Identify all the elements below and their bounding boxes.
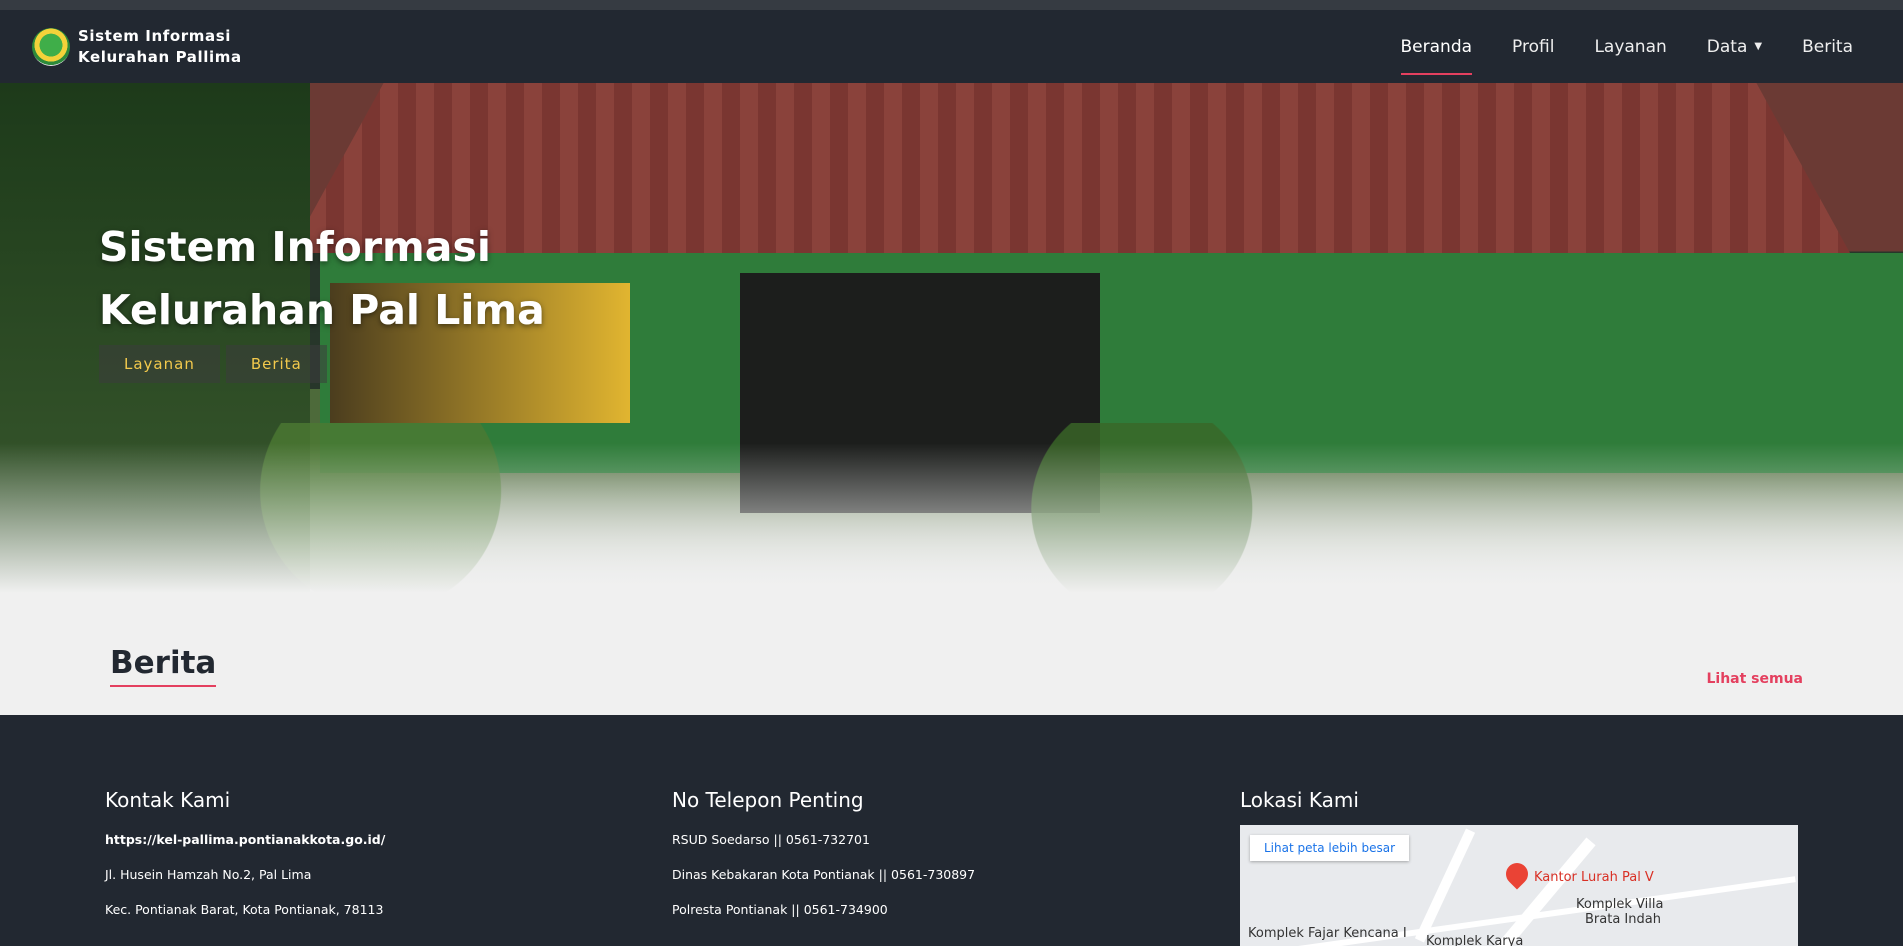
- footer-phones: No Telepon Penting RSUD Soedarso || 0561…: [672, 788, 975, 937]
- berita-section: Berita Lihat semua: [0, 593, 1903, 715]
- map-larger-button[interactable]: Lihat peta lebih besar: [1250, 835, 1409, 861]
- footer-contact: Kontak Kami https://kel-pallima.pontiana…: [105, 788, 385, 937]
- nav-layanan[interactable]: Layanan: [1594, 10, 1666, 83]
- nav-berita-label: Berita: [1802, 36, 1853, 57]
- berita-title: Berita: [110, 645, 217, 687]
- nav-layanan-label: Layanan: [1594, 36, 1667, 57]
- hero-fade: [0, 443, 1903, 593]
- navbar: Sistem Informasi Kelurahan Pallima Beran…: [0, 10, 1903, 83]
- contact-address: Jl. Husein Hamzah No.2, Pal Lima: [105, 867, 312, 882]
- nav-berita[interactable]: Berita: [1802, 10, 1853, 83]
- contact-website-link[interactable]: https://kel-pallima.pontianakkota.go.id/: [105, 832, 385, 847]
- map-road: [1496, 837, 1596, 946]
- brand-text: Sistem Informasi Kelurahan Pallima: [78, 26, 242, 68]
- map-label-fajar: Komplek Fajar Kencana I: [1248, 926, 1407, 941]
- brand[interactable]: Sistem Informasi Kelurahan Pallima: [32, 26, 242, 68]
- main-nav: Beranda Profil Layanan Data ▼ Berita: [1361, 10, 1853, 83]
- hero-title: Sistem Informasi Kelurahan Pal Lima: [99, 216, 545, 342]
- nav-beranda-label: Beranda: [1400, 36, 1473, 57]
- phone-item: Dinas Kebakaran Kota Pontianak || 0561-7…: [672, 867, 976, 882]
- footer-contact-title: Kontak Kami: [105, 788, 231, 812]
- phone-item: Polresta Pontianak || 0561-734900: [672, 902, 888, 917]
- location-map[interactable]: Lihat peta lebih besar Kantor Lurah Pal …: [1240, 825, 1798, 946]
- nav-profil[interactable]: Profil: [1512, 10, 1554, 83]
- footer-location-title: Lokasi Kami: [1240, 788, 1359, 812]
- logo-icon: [32, 28, 70, 66]
- nav-beranda[interactable]: Beranda: [1400, 10, 1473, 83]
- hero-berita-button[interactable]: Berita: [225, 345, 327, 383]
- hero-title-line-1: Sistem Informasi: [99, 223, 491, 271]
- footer: Kontak Kami https://kel-pallima.pontiana…: [0, 715, 1903, 946]
- nav-data[interactable]: Data ▼: [1707, 10, 1762, 83]
- hero-title-line-2: Kelurahan Pal Lima: [99, 286, 545, 334]
- hero: Sistem Informasi Kelurahan Pal Lima Laya…: [0, 83, 1903, 593]
- see-all-link[interactable]: Lihat semua: [1706, 671, 1803, 687]
- nav-data-label: Data: [1706, 36, 1748, 57]
- brand-line-2: Kelurahan Pallima: [78, 48, 242, 66]
- phone-item: RSUD Soedarso || 0561-732701: [672, 832, 870, 847]
- contact-district: Kec. Pontianak Barat, Kota Pontianak, 78…: [105, 902, 384, 917]
- hero-buttons: Layanan Berita: [99, 345, 333, 383]
- hero-layanan-button[interactable]: Layanan: [99, 345, 220, 383]
- map-label-brata: Brata Indah: [1585, 912, 1661, 927]
- map-label-villa: Komplek Villa: [1576, 897, 1664, 912]
- map-pin-icon[interactable]: [1501, 858, 1533, 890]
- map-label-kantor: Kantor Lurah Pal V: [1534, 870, 1654, 885]
- brand-line-1: Sistem Informasi: [78, 27, 231, 45]
- footer-phones-title: No Telepon Penting: [672, 788, 864, 812]
- chevron-down-icon: ▼: [1754, 41, 1763, 52]
- map-label-karya: Komplek Karya: [1426, 934, 1524, 946]
- top-strip: [0, 0, 1903, 10]
- nav-profil-label: Profil: [1512, 36, 1555, 57]
